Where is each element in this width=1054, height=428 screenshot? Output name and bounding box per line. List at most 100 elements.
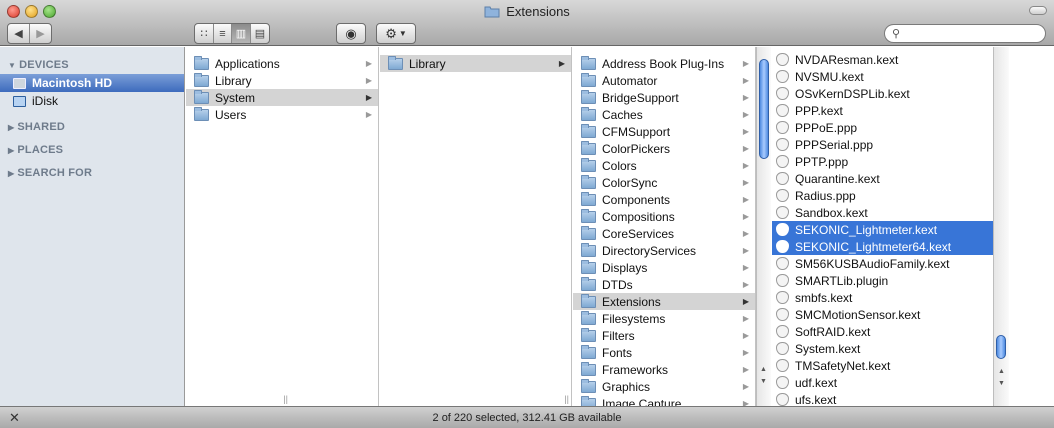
list-item[interactable]: Users ▶ xyxy=(186,106,378,123)
column-resize-handle[interactable]: || xyxy=(283,394,288,404)
list-item[interactable]: Address Book Plug-Ins ▶ xyxy=(573,55,755,72)
scroll-up-arrow-icon[interactable]: ▲ xyxy=(760,366,767,373)
folder-icon xyxy=(194,55,209,70)
list-item[interactable]: CFMSupport ▶ xyxy=(573,123,755,140)
list-item[interactable]: Extensions ▶ xyxy=(573,293,755,310)
list-item[interactable]: CoreServices ▶ xyxy=(573,225,755,242)
list-item[interactable]: OSvKernDSPLib.kext xyxy=(772,85,993,102)
list-item[interactable]: Graphics ▶ xyxy=(573,378,755,395)
list-item[interactable]: SEKONIC_Lightmeter.kext xyxy=(772,221,993,238)
list-item[interactable]: NVDAResman.kext xyxy=(772,51,993,68)
list-item[interactable]: Fonts ▶ xyxy=(573,344,755,361)
list-item[interactable]: Image Capture ▶ xyxy=(573,395,755,406)
list-item[interactable]: SoftRAID.kext xyxy=(772,323,993,340)
list-item[interactable]: udf.kext xyxy=(772,374,993,391)
list-item[interactable]: Caches ▶ xyxy=(573,106,755,123)
scroll-thumb[interactable] xyxy=(759,59,769,159)
quicklook-button[interactable]: ◉ xyxy=(336,23,366,44)
item-label: smbfs.kext xyxy=(795,290,853,305)
kext-icon xyxy=(776,87,789,100)
icon-view-button[interactable]: ∷ xyxy=(195,24,214,43)
list-item[interactable]: PPPSerial.ppp xyxy=(772,136,993,153)
item-label: Applications xyxy=(215,56,280,71)
list-item[interactable]: ColorSync ▶ xyxy=(573,174,755,191)
sidebar-item-macintosh-hd[interactable]: Macintosh HD xyxy=(0,74,184,92)
list-item[interactable]: Displays ▶ xyxy=(573,259,755,276)
list-item[interactable]: PPTP.ppp xyxy=(772,153,993,170)
folder-icon xyxy=(581,344,596,359)
chevron-right-icon: ▶ xyxy=(742,195,749,204)
list-item[interactable]: Filters ▶ xyxy=(573,327,755,344)
list-item[interactable]: Colors ▶ xyxy=(573,157,755,174)
list-item[interactable]: Applications ▶ xyxy=(186,55,378,72)
folder-icon xyxy=(581,242,596,257)
item-label: BridgeSupport xyxy=(602,90,679,105)
search-icon: ⚲ xyxy=(892,28,901,40)
column-3-scrollbar[interactable]: ▲ ▼ xyxy=(756,47,771,406)
list-view-button[interactable]: ≡ xyxy=(214,24,232,43)
list-item[interactable]: System ▶ xyxy=(186,89,378,106)
list-item[interactable]: DTDs ▶ xyxy=(573,276,755,293)
list-item[interactable]: Library ▶ xyxy=(380,55,571,72)
idisk-icon xyxy=(13,95,26,107)
sidebar-header-shared[interactable]: ▶ SHARED xyxy=(8,121,65,133)
chevron-right-icon: ▶ xyxy=(742,127,749,136)
list-item[interactable]: TMSafetyNet.kext xyxy=(772,357,993,374)
chevron-right-icon[interactable]: ▶ xyxy=(30,24,51,43)
kext-icon xyxy=(776,342,789,355)
item-label: ufs.kext xyxy=(795,392,837,407)
list-item[interactable]: Library ▶ xyxy=(186,72,378,89)
sidebar-header-label: DEVICES xyxy=(19,59,69,71)
column-4-scrollbar[interactable]: ▲ ▼ xyxy=(993,47,1009,406)
item-label: Extensions xyxy=(602,294,661,309)
kext-icon xyxy=(776,325,789,338)
chevron-right-icon: ▶ xyxy=(365,93,372,102)
sidebar-header-devices[interactable]: ▼ DEVICES xyxy=(8,59,69,71)
sidebar-item-idisk[interactable]: iDisk xyxy=(0,92,184,110)
action-menu-button[interactable]: ⚙ ▼ xyxy=(376,23,416,44)
chevron-right-icon: ▶ xyxy=(742,246,749,255)
list-item[interactable]: System.kext xyxy=(772,340,993,357)
list-item[interactable]: Sandbox.kext xyxy=(772,204,993,221)
chevron-left-icon[interactable]: ◀ xyxy=(8,24,30,43)
view-mode-control: ∷ ≡ ▥ ▤ xyxy=(194,23,270,44)
list-item[interactable]: SM56KUSBAudioFamily.kext xyxy=(772,255,993,272)
column-view-button[interactable]: ▥ xyxy=(232,24,251,43)
scroll-up-arrow-icon[interactable]: ▲ xyxy=(998,368,1005,375)
list-item[interactable]: BridgeSupport ▶ xyxy=(573,89,755,106)
list-item[interactable]: PPPoE.ppp xyxy=(772,119,993,136)
item-label: PPPSerial.ppp xyxy=(795,137,874,152)
list-item[interactable]: NVSMU.kext xyxy=(772,68,993,85)
list-item[interactable]: DirectoryServices ▶ xyxy=(573,242,755,259)
list-item[interactable]: SMCMotionSensor.kext xyxy=(772,306,993,323)
browser-column-3: Address Book Plug-Ins ▶ Automator ▶ Bridge… xyxy=(573,47,756,406)
list-item[interactable]: SMARTLib.plugin xyxy=(772,272,993,289)
scroll-down-arrow-icon[interactable]: ▼ xyxy=(760,378,767,385)
folder-icon xyxy=(581,276,596,291)
coverflow-view-button[interactable]: ▤ xyxy=(251,24,269,43)
sidebar-header-search-for[interactable]: ▶ SEARCH FOR xyxy=(8,167,92,179)
list-item[interactable]: Frameworks ▶ xyxy=(573,361,755,378)
item-label: ColorSync xyxy=(602,175,658,190)
item-label: Colors xyxy=(602,158,637,173)
list-item[interactable]: SEKONIC_Lightmeter64.kext xyxy=(772,238,993,255)
list-item[interactable]: Compositions ▶ xyxy=(573,208,755,225)
folder-icon xyxy=(581,72,596,87)
sidebar-header-places[interactable]: ▶ PLACES xyxy=(8,144,63,156)
scroll-thumb[interactable] xyxy=(996,335,1006,359)
list-item[interactable]: Radius.ppp xyxy=(772,187,993,204)
list-item[interactable]: smbfs.kext xyxy=(772,289,993,306)
list-item[interactable]: ColorPickers ▶ xyxy=(573,140,755,157)
list-item[interactable]: Filesystems ▶ xyxy=(573,310,755,327)
list-item[interactable]: Quarantine.kext xyxy=(772,170,993,187)
column-resize-handle[interactable]: || xyxy=(564,394,569,404)
list-item[interactable]: Automator ▶ xyxy=(573,72,755,89)
scroll-down-arrow-icon[interactable]: ▼ xyxy=(998,380,1005,387)
search-field[interactable]: ⚲ xyxy=(884,24,1046,43)
search-input[interactable] xyxy=(907,26,1039,41)
list-item[interactable]: ufs.kext xyxy=(772,391,993,406)
list-item[interactable]: PPP.kext xyxy=(772,102,993,119)
sidebar-item-label: iDisk xyxy=(32,94,58,108)
toolbar-toggle-button[interactable] xyxy=(1029,6,1047,15)
list-item[interactable]: Components ▶ xyxy=(573,191,755,208)
